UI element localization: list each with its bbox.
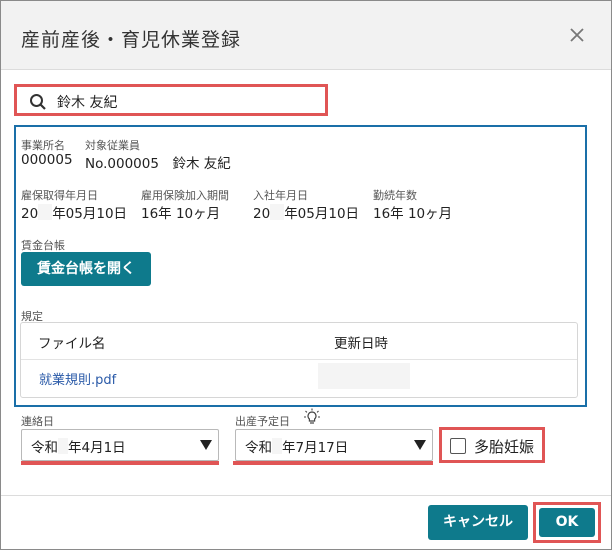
multiple-pregnancy-label: 多胎妊娠	[474, 438, 535, 456]
target-employee-label: 対象従業員	[85, 139, 140, 152]
chevron-down-icon	[414, 440, 426, 450]
target-employee-value: No.000005 鈴木 友紀	[85, 156, 231, 172]
contact-date-select[interactable]: 令和 年4月1日	[21, 429, 219, 461]
service-years-label: 勤続年数	[373, 189, 417, 202]
join-date-label: 入社年月日	[253, 189, 308, 202]
dialog-title: 産前産後・育児休業登録	[21, 29, 242, 51]
employee-search-input[interactable]: 鈴木 友紀	[14, 84, 328, 116]
contact-date-label: 連絡日	[21, 415, 54, 428]
rule-file-link[interactable]: 就業規則.pdf	[39, 369, 116, 388]
cancel-button[interactable]: キャンセル	[428, 505, 528, 540]
col-file-name: ファイル名	[38, 336, 106, 352]
service-years-value: 16年 10ヶ月	[373, 206, 453, 222]
footer-divider	[1, 495, 611, 496]
insurance-period-value: 16年 10ヶ月	[141, 206, 221, 222]
open-wage-ledger-button[interactable]: 賃金台帳を開く	[21, 252, 151, 286]
wage-ledger-label: 賃金台帳	[21, 239, 65, 252]
insurance-date-value: 20 年05月10日	[21, 204, 128, 222]
search-icon	[29, 93, 47, 115]
join-date-value: 20 年05月10日	[253, 204, 360, 222]
due-date-value: 令和 年7月17日	[245, 438, 349, 456]
rules-table-header: ファイル名 更新日時	[21, 323, 577, 360]
office-value: 000005	[21, 152, 73, 168]
ok-highlight: OK	[533, 502, 601, 543]
contact-date-highlight	[21, 461, 219, 465]
col-updated: 更新日時	[334, 336, 388, 352]
chevron-down-icon	[200, 440, 212, 450]
due-date-highlight	[233, 461, 433, 465]
lightbulb-icon[interactable]	[303, 408, 321, 430]
dialog-header: 産前産後・育児休業登録	[1, 1, 611, 70]
due-date-select[interactable]: 令和 年7月17日	[235, 429, 433, 461]
multiple-pregnancy-checkbox[interactable]: 多胎妊娠	[439, 427, 545, 463]
ok-button[interactable]: OK	[539, 508, 595, 537]
search-value: 鈴木 友紀	[57, 95, 118, 111]
due-date-label: 出産予定日	[235, 415, 290, 428]
contact-date-value: 令和 年4月1日	[31, 438, 126, 456]
office-label: 事業所名	[21, 139, 65, 152]
checkbox-box[interactable]	[450, 438, 466, 454]
dialog: 産前産後・育児休業登録 鈴木 友紀 事業所名 対象従業員 000005 No.0…	[0, 0, 612, 550]
insurance-period-label: 雇用保険加入期間	[141, 189, 229, 202]
rule-updated-value	[318, 363, 410, 389]
insurance-date-label: 雇保取得年月日	[21, 189, 98, 202]
close-icon[interactable]	[567, 25, 587, 45]
